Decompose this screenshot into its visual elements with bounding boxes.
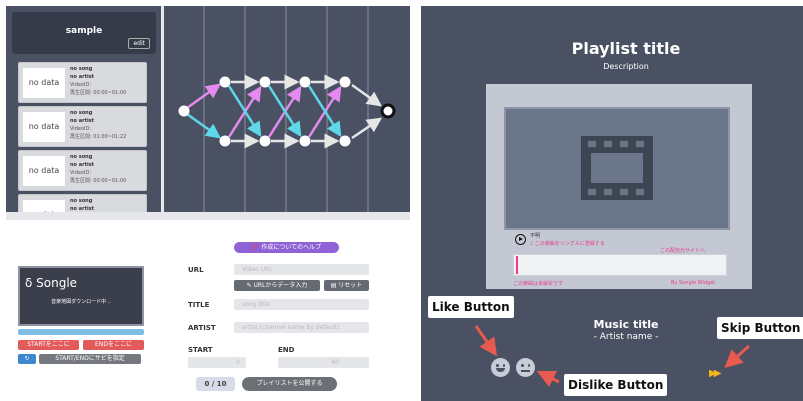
flow-node[interactable] — [339, 76, 351, 88]
flow-node[interactable] — [299, 76, 311, 88]
song-title: no song — [70, 66, 93, 72]
song-video-id: VideoID: — [70, 82, 92, 88]
song-list-sidebar: sample edit no data no song no artist Vi… — [6, 6, 161, 212]
songle-logo-text: Songle — [36, 276, 78, 290]
song-thumbnail: no data — [23, 156, 65, 186]
end-label: END — [278, 346, 295, 354]
song-artist: no artist — [70, 206, 95, 212]
playlist-name: sample — [65, 26, 103, 36]
publish-button[interactable]: プレイリストを公開する — [242, 377, 337, 391]
skip-callout-frame: Skip Button — [717, 316, 803, 340]
flow-arrow — [186, 112, 222, 139]
artist-label: ARTIST — [188, 324, 216, 332]
flow-arrow — [186, 83, 222, 110]
songle-preview: δ Songle 音楽地図ダウンロード中 .. — [18, 266, 144, 326]
song-list-item[interactable]: no data no song no artist VideoID: 再生区間:… — [18, 106, 147, 147]
reset-label: リセット — [338, 282, 363, 289]
flow-node[interactable] — [219, 76, 231, 88]
song-thumbnail: no data — [23, 68, 65, 98]
playlist-editor: sample edit no data no song no artist Vi… — [6, 6, 410, 399]
song-edit-form: ❓ 作成についてのヘルプ δ Songle 音楽地図ダウンロード中 .. STA… — [6, 220, 410, 399]
playlist-card[interactable]: sample edit — [12, 12, 156, 54]
callout-arrows — [474, 325, 750, 388]
start-input[interactable]: 0 — [188, 357, 246, 368]
song-list-item[interactable]: no data no song no artist — [18, 194, 147, 212]
dislike-callout-arrow — [536, 370, 560, 388]
flow-node[interactable] — [219, 135, 231, 147]
songle-logo: δ Songle — [25, 276, 78, 290]
song-title: no song — [70, 110, 93, 116]
song-thumbnail: no data — [23, 112, 65, 142]
song-video-id: VideoID: — [70, 126, 92, 132]
flow-node[interactable] — [299, 135, 311, 147]
song-count: 0 / 10 — [196, 377, 235, 391]
playlist-flow-graph — [164, 6, 410, 212]
set-chorus-button[interactable]: START/ENDにサビを指定 — [39, 354, 141, 364]
song-list-item[interactable]: no data no song no artist VideoID: 再生区間:… — [18, 62, 147, 103]
flow-end-node[interactable] — [380, 103, 396, 119]
url-fill-label: URLからデータ入力 — [253, 282, 308, 289]
artist-input[interactable]: artist (channel name by default) — [234, 322, 369, 333]
reset-button[interactable]: ▤ リセット — [324, 280, 369, 291]
flow-arrow — [351, 117, 383, 140]
song-thumbnail: no data — [23, 200, 65, 212]
skip-callout: Skip Button — [717, 317, 803, 339]
title-label: TITLE — [188, 301, 210, 309]
song-list-item[interactable]: no data no song no artist VideoID: 再生区間:… — [18, 150, 147, 191]
url-label: URL — [188, 266, 204, 274]
flow-node[interactable] — [339, 135, 351, 147]
loading-text: 音楽地図ダウンロード中 .. — [51, 299, 111, 305]
flow-arrow — [351, 83, 383, 107]
dislike-callout: Dislike Button — [564, 374, 668, 396]
song-artist: no artist — [70, 118, 95, 124]
player-panel: Playlist title Description 不明 ♪ この楽曲をソング… — [421, 6, 803, 401]
end-input[interactable]: 60 — [278, 357, 369, 368]
edit-button[interactable]: edit — [128, 38, 150, 49]
flow-node[interactable] — [259, 135, 271, 147]
playback-bar[interactable] — [18, 329, 144, 335]
skip-callout-arrow — [724, 344, 750, 368]
like-callout-arrow — [474, 325, 498, 357]
song-title: no song — [70, 154, 93, 160]
title-input[interactable]: song title — [234, 299, 369, 310]
url-fill-button[interactable]: ✎ URLからデータ入力 — [234, 280, 320, 291]
song-range: 再生区間: 00:00~01:00 — [70, 90, 127, 96]
song-artist: no artist — [70, 74, 95, 80]
start-label: START — [188, 346, 213, 354]
set-start-button[interactable]: STARTをここに — [18, 340, 79, 350]
url-input[interactable]: Video URL — [234, 264, 369, 275]
flow-node[interactable] — [178, 105, 190, 117]
repeat-icon[interactable]: ↻ — [18, 354, 36, 364]
song-video-id: VideoID: — [70, 170, 92, 176]
song-range: 再生区間: 01:00~01:22 — [70, 134, 127, 140]
set-end-button[interactable]: ENDをここに — [83, 340, 144, 350]
help-button[interactable]: ❓ 作成についてのヘルプ — [234, 242, 339, 253]
song-artist: no artist — [70, 162, 95, 168]
flow-graph-svg — [178, 6, 396, 212]
song-title: no song — [70, 198, 93, 204]
song-range: 再生区間: 00:00~01:00 — [70, 178, 127, 184]
flow-node[interactable] — [259, 76, 271, 88]
help-label: 作成についてのヘルプ — [261, 244, 322, 251]
like-callout: Like Button — [428, 296, 514, 318]
